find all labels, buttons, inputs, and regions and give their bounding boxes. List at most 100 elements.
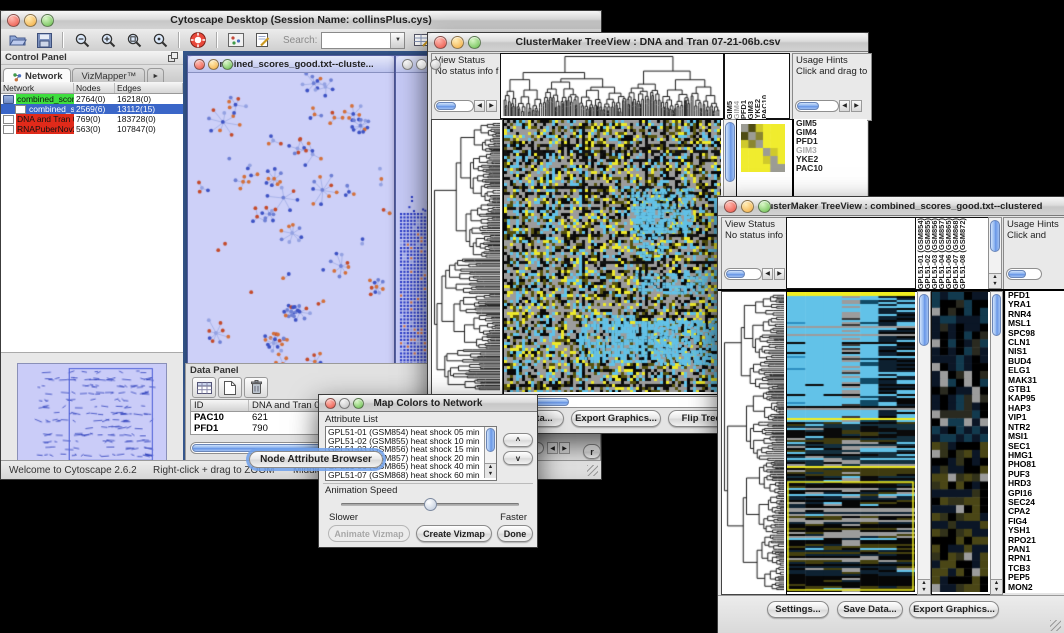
- network-list-row[interactable]: DNA and Tran 07 769(0) 183728(0): [1, 114, 183, 124]
- resize-grip[interactable]: [587, 465, 598, 476]
- scroll-arrows[interactable]: ◀ ▶: [547, 442, 570, 454]
- usage-hints-scrollbar[interactable]: [1006, 268, 1042, 280]
- resize-grip[interactable]: [1050, 620, 1061, 631]
- scrollbar-thumb[interactable]: [992, 294, 1001, 336]
- minimize-icon[interactable]: [741, 200, 754, 213]
- scroll-left-icon[interactable]: ◀: [762, 268, 773, 280]
- birdseye-overview[interactable]: [17, 363, 167, 473]
- view-status-scrollbar[interactable]: [434, 100, 474, 112]
- list-vscrollbar[interactable]: ▲▼: [484, 427, 496, 478]
- gene-label[interactable]: MON2: [1008, 583, 1064, 592]
- chevron-down-icon[interactable]: ▼: [390, 33, 404, 48]
- scroll-arrows[interactable]: ◀ ▶: [474, 100, 497, 112]
- animate-vizmap-button[interactable]: Animate Vizmap: [328, 525, 410, 542]
- zoom-out-button[interactable]: [71, 30, 93, 50]
- col-nodes[interactable]: Nodes: [74, 83, 115, 93]
- main-titlebar[interactable]: Cytoscape Desktop (Session Name: collins…: [1, 11, 601, 30]
- zoom-selected-button[interactable]: [149, 30, 171, 50]
- help-button[interactable]: [187, 30, 209, 50]
- scrollbar-thumb[interactable]: [919, 294, 929, 346]
- scroll-down-icon[interactable]: ▼: [921, 587, 926, 594]
- col-network[interactable]: Network: [1, 83, 74, 93]
- col-edges[interactable]: Edges: [115, 83, 183, 93]
- scrollbar-thumb[interactable]: [726, 270, 745, 278]
- done-button[interactable]: Done: [497, 525, 533, 542]
- labels-vscrollbar[interactable]: ▲▼: [988, 217, 1002, 289]
- export-graphics-button[interactable]: Export Graphics...: [909, 601, 999, 618]
- close-icon[interactable]: [325, 398, 336, 409]
- correlation-mini-heatmap[interactable]: [741, 124, 785, 172]
- float-panel-icon[interactable]: [168, 52, 179, 63]
- minimize-icon[interactable]: [416, 59, 427, 70]
- zoom-icon[interactable]: [468, 36, 481, 49]
- open-session-button[interactable]: [7, 30, 29, 50]
- save-data-button[interactable]: Save Data...: [837, 601, 903, 618]
- array-label[interactable]: GPL51-08 (GSM872): [959, 218, 966, 289]
- settings-button[interactable]: Settings...: [767, 601, 829, 618]
- zoom-vscrollbar[interactable]: ▲▼: [990, 291, 1003, 595]
- network-view-canvas[interactable]: [188, 73, 392, 381]
- expression-heatmap[interactable]: [787, 292, 915, 592]
- attribute-list-item[interactable]: GPL51-07 (GSM868) heat shock 60 min: [326, 471, 496, 480]
- network-list-row[interactable]: combined_sco 2569(6) 13112(15): [1, 104, 183, 114]
- scroll-right-icon[interactable]: ▶: [486, 100, 497, 112]
- network-list-row[interactable]: RNAPuberNov2+ 563(0) 107847(0): [1, 124, 183, 134]
- network-list-header[interactable]: Network Nodes Edges: [1, 82, 183, 94]
- create-vizmap-button[interactable]: Create Vizmap: [416, 525, 492, 542]
- close-icon[interactable]: [724, 200, 737, 213]
- search-combobox[interactable]: ▼: [321, 32, 405, 49]
- zoom-icon[interactable]: [41, 14, 54, 27]
- view-status-scrollbar[interactable]: [724, 268, 762, 280]
- scroll-right-icon[interactable]: ▶: [559, 442, 570, 454]
- minimize-icon[interactable]: [24, 14, 37, 27]
- scrollbar-thumb[interactable]: [1008, 270, 1026, 278]
- close-icon[interactable]: [194, 59, 205, 70]
- scroll-left-icon[interactable]: ◀: [839, 100, 850, 112]
- scrollbar-thumb[interactable]: [797, 102, 819, 110]
- scroll-up-icon[interactable]: ▲: [488, 464, 493, 471]
- minimize-icon[interactable]: [339, 398, 350, 409]
- slider-thumb[interactable]: [424, 498, 437, 511]
- annotation-button[interactable]: [251, 30, 273, 50]
- usage-hints-scrollbar[interactable]: [795, 100, 839, 112]
- zoom-fit-button[interactable]: [123, 30, 145, 50]
- birdseye-toggle-button[interactable]: [225, 30, 247, 50]
- hidden-tab-button-fragment[interactable]: r: [583, 444, 601, 459]
- scroll-right-icon[interactable]: ▶: [851, 100, 862, 112]
- scrollbar-thumb[interactable]: [436, 102, 456, 110]
- scroll-arrows[interactable]: ▲▼: [918, 579, 930, 594]
- scroll-arrows[interactable]: ◀ ▶: [839, 100, 862, 112]
- row-label[interactable]: PAC10: [796, 164, 867, 173]
- scroll-down-icon[interactable]: ▼: [994, 587, 999, 594]
- scroll-up-icon[interactable]: ▲: [921, 580, 926, 587]
- zoom-icon[interactable]: [353, 398, 364, 409]
- close-icon[interactable]: [402, 59, 413, 70]
- search-input[interactable]: [322, 33, 390, 46]
- scrollbar-thumb[interactable]: [486, 428, 495, 452]
- scroll-arrows[interactable]: ▲▼: [991, 579, 1002, 594]
- column-dendrogram[interactable]: [501, 54, 721, 116]
- scroll-arrows[interactable]: ▲▼: [485, 463, 496, 478]
- node-attribute-browser-tab[interactable]: Node Attribute Browser: [249, 451, 383, 468]
- treeview2-titlebar[interactable]: ClusterMaker TreeView : combined_scores_…: [718, 197, 1064, 216]
- save-session-button[interactable]: [33, 30, 55, 50]
- scrollbar-thumb[interactable]: [990, 220, 1000, 252]
- network-frame-titlebar[interactable]: combined_scores_good.txt--cluste...: [188, 56, 394, 73]
- heatmap-vscrollbar[interactable]: ▲▼: [917, 291, 931, 595]
- row-dendrogram[interactable]: [432, 120, 500, 392]
- scroll-up-icon[interactable]: ▲: [994, 580, 999, 587]
- scroll-up-icon[interactable]: ▲: [992, 274, 997, 281]
- move-down-button[interactable]: v: [503, 451, 533, 465]
- zoom-icon[interactable]: [222, 59, 233, 70]
- minimize-icon[interactable]: [208, 59, 219, 70]
- scroll-down-icon[interactable]: ▼: [992, 281, 997, 288]
- scroll-right-icon[interactable]: ▶: [774, 268, 785, 280]
- close-icon[interactable]: [434, 36, 447, 49]
- scroll-left-icon[interactable]: ◀: [474, 100, 485, 112]
- dialog-titlebar[interactable]: Map Colors to Network: [319, 395, 537, 412]
- zoom-icon[interactable]: [430, 59, 441, 70]
- zoom-in-button[interactable]: [97, 30, 119, 50]
- new-attribute-button[interactable]: [218, 377, 242, 398]
- scrollbar-thumb[interactable]: [725, 122, 735, 182]
- scroll-arrows[interactable]: ▲▼: [989, 273, 1001, 288]
